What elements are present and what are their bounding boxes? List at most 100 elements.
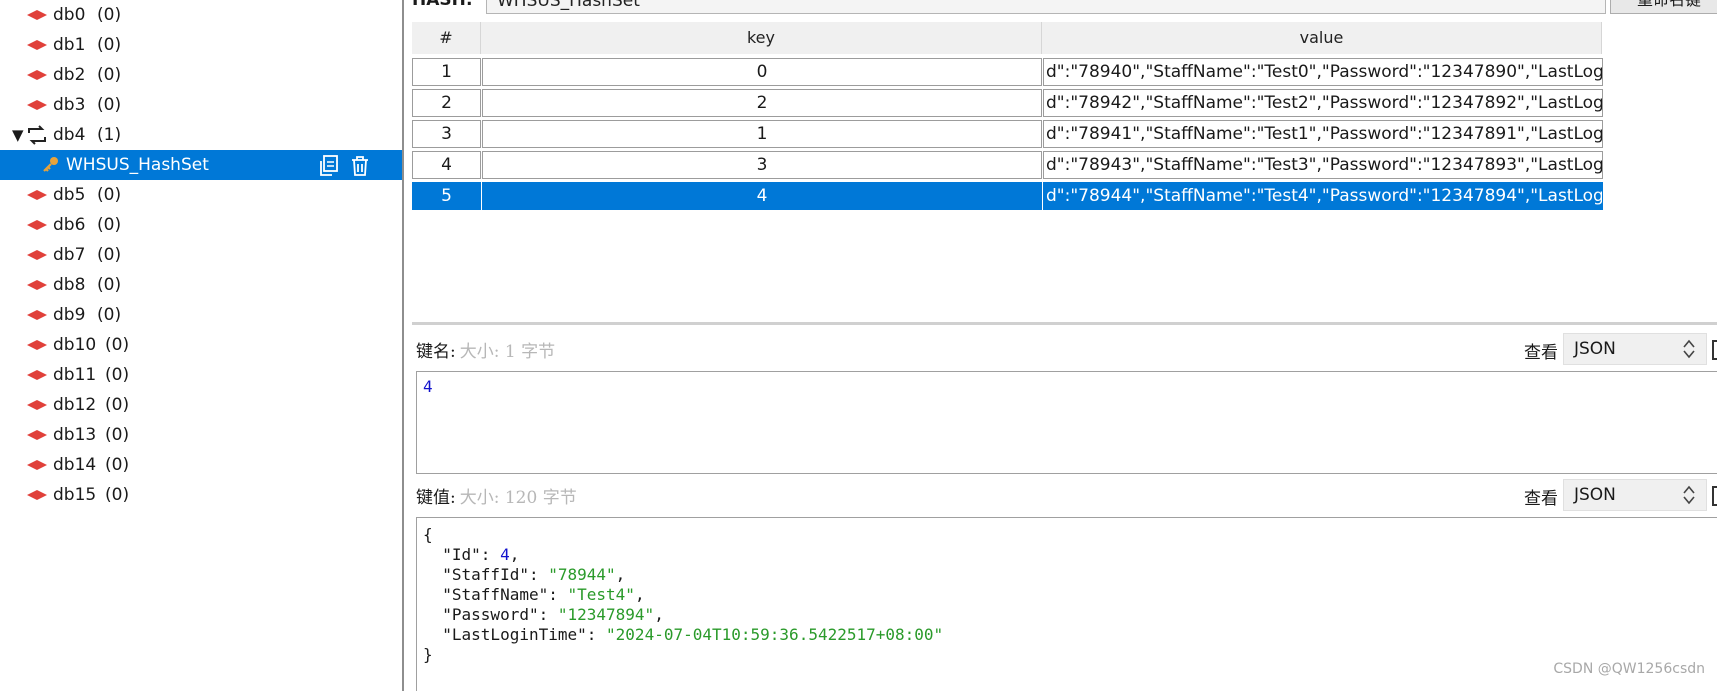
- database-tree: db0 (0) db1 (0) db2 (0) db3 (0) ▼ db4 (1) WHSUS_Has…: [0, 0, 404, 691]
- key-editor[interactable]: 4: [416, 371, 1717, 474]
- json-comma: ,: [654, 605, 664, 624]
- tree-item-db0[interactable]: db0 (0): [0, 0, 402, 30]
- key-icon: [43, 157, 58, 172]
- tree-item-db6[interactable]: db6 (0): [0, 210, 402, 240]
- row-index-cell[interactable]: 2: [412, 89, 481, 117]
- tree-item-db2[interactable]: db2 (0): [0, 60, 402, 90]
- db-name: db13: [53, 425, 97, 445]
- json-line: }: [423, 644, 433, 666]
- refresh-icon: [28, 125, 46, 145]
- database-icon: [27, 190, 47, 200]
- database-icon: [27, 460, 47, 470]
- tree-item-db10[interactable]: db10 (0): [0, 330, 402, 360]
- row-value-cell[interactable]: d":"78943","StaffName":"Test3","Password…: [1043, 151, 1603, 179]
- copy-icon[interactable]: [316, 154, 340, 178]
- json-separator: :: [480, 545, 501, 564]
- db-count: (0): [105, 335, 130, 355]
- column-header-key[interactable]: key: [481, 22, 1042, 54]
- db-name: db6: [53, 215, 86, 235]
- column-header-value[interactable]: value: [1042, 22, 1602, 54]
- database-icon: [27, 310, 47, 320]
- tree-item-db7[interactable]: db7 (0): [0, 240, 402, 270]
- db-count: (0): [97, 245, 122, 265]
- tree-item-db9[interactable]: db9 (0): [0, 300, 402, 330]
- json-value: "78944": [548, 565, 616, 584]
- row-index-cell[interactable]: 5: [412, 182, 481, 210]
- key-view-label: 查看: [1524, 343, 1558, 363]
- row-key-cell[interactable]: 1: [482, 120, 1042, 148]
- key-name-input[interactable]: WHSUS_HashSet: [486, 0, 1606, 14]
- tree-item-db11[interactable]: db11 (0): [0, 360, 402, 390]
- json-separator: :: [528, 565, 549, 584]
- column-header-index[interactable]: #: [412, 22, 481, 54]
- json-line: "LastLoginTime": "2024-07-04T10:59:36.54…: [423, 624, 943, 646]
- expand-arrow-icon[interactable]: ▼: [12, 120, 24, 150]
- json-value: "12347894": [557, 605, 655, 624]
- tree-item-db3[interactable]: db3 (0): [0, 90, 402, 120]
- row-value-cell[interactable]: d":"78941","StaffName":"Test1","Password…: [1043, 120, 1603, 148]
- wrap-toggle-box[interactable]: [1712, 340, 1717, 360]
- database-icon: [27, 370, 47, 380]
- db-name: db11: [53, 365, 97, 385]
- db-count: (0): [105, 425, 130, 445]
- tree-item-db13[interactable]: db13 (0): [0, 420, 402, 450]
- tree-item-key[interactable]: WHSUS_HashSet: [0, 150, 402, 180]
- db-count: (0): [97, 275, 122, 295]
- json-line: "StaffName": "Test4",: [423, 584, 645, 606]
- row-value-cell[interactable]: d":"78944","StaffName":"Test4","Password…: [1043, 182, 1603, 210]
- db-count: (0): [97, 5, 122, 25]
- json-comma: ,: [634, 585, 645, 604]
- db-name: db14: [53, 455, 97, 475]
- json-line: "Password": "12347894",: [423, 604, 664, 626]
- row-value-cell[interactable]: d":"78940","StaffName":"Test0","Password…: [1043, 58, 1603, 86]
- tree-item-db15[interactable]: db15 (0): [0, 480, 402, 510]
- row-key-cell[interactable]: 2: [482, 89, 1042, 117]
- db-name: db12: [53, 395, 97, 415]
- value-size-hint: 大小: 120 字节: [459, 488, 577, 508]
- json-key: "StaffId": [442, 565, 529, 584]
- database-icon: [27, 100, 47, 110]
- database-icon: [27, 400, 47, 410]
- db-count: (0): [105, 455, 130, 475]
- database-icon: [27, 490, 47, 500]
- json-comma: ,: [509, 545, 520, 564]
- json-value: "Test4": [567, 585, 635, 604]
- key-type-label: HASH:: [412, 0, 473, 10]
- row-index-cell[interactable]: 4: [412, 151, 481, 179]
- row-key-cell[interactable]: 0: [482, 58, 1042, 86]
- json-brace: {: [423, 525, 433, 544]
- chevron-updown-icon: [1683, 485, 1695, 505]
- main-panel: HASH: WHSUS_HashSet 重命名键 # key value 10d…: [406, 0, 1717, 691]
- tree-item-db5[interactable]: db5 (0): [0, 180, 402, 210]
- json-separator: :: [538, 605, 558, 624]
- row-key-cell[interactable]: 3: [482, 151, 1042, 179]
- trash-icon[interactable]: [348, 154, 372, 178]
- db-count: (0): [97, 185, 122, 205]
- tree-item-db12[interactable]: db12 (0): [0, 390, 402, 420]
- database-icon: [27, 70, 47, 80]
- value-editor[interactable]: { "Id": 4, "StaffId": "78944", "StaffNam…: [416, 517, 1717, 691]
- json-line: {: [423, 524, 433, 546]
- tree-item-db8[interactable]: db8 (0): [0, 270, 402, 300]
- tree-item-db1[interactable]: db1 (0): [0, 30, 402, 60]
- tree-item-db4[interactable]: ▼ db4 (1): [0, 120, 402, 150]
- database-icon: [27, 430, 47, 440]
- row-index-cell[interactable]: 3: [412, 120, 481, 148]
- key-label-text: 键名:: [416, 342, 456, 362]
- json-key: "LastLoginTime": [442, 625, 587, 644]
- value-view-select[interactable]: JSON: [1563, 479, 1707, 511]
- row-key-cell[interactable]: 4: [482, 182, 1042, 210]
- rename-key-button[interactable]: 重命名键: [1610, 0, 1717, 14]
- key-view-select[interactable]: JSON: [1563, 333, 1707, 365]
- row-index-cell[interactable]: 1: [412, 58, 481, 86]
- db-count: (0): [105, 395, 130, 415]
- db-name: db0: [53, 5, 86, 25]
- tree-item-db14[interactable]: db14 (0): [0, 450, 402, 480]
- value-view-mode: JSON: [1574, 485, 1616, 505]
- db-count: (1): [97, 125, 122, 145]
- db-name: db7: [53, 245, 86, 265]
- wrap-toggle-box[interactable]: [1712, 486, 1717, 506]
- row-value-cell[interactable]: d":"78942","StaffName":"Test2","Password…: [1043, 89, 1603, 117]
- watermark: CSDN @QW1256csdn: [1553, 661, 1705, 677]
- database-icon: [27, 10, 47, 20]
